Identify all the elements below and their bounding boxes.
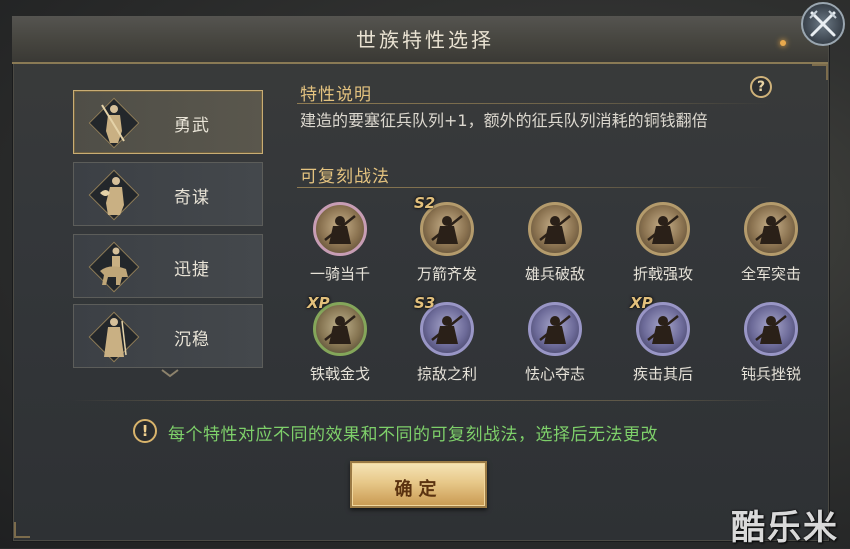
trait-item-brave[interactable]: 勇武 xyxy=(73,90,263,154)
description-divider xyxy=(297,103,773,104)
trait-label: 迅捷 xyxy=(174,260,210,280)
tactic-icon xyxy=(528,202,582,256)
trait-item-swift[interactable]: 迅捷 xyxy=(73,234,263,298)
tactic-icon xyxy=(528,302,582,356)
tactic-name: 折戟强攻 xyxy=(632,265,693,283)
tactic-item[interactable]: 一骑当千 xyxy=(301,202,377,302)
tactic-name: 铁戟金戈 xyxy=(309,365,370,383)
season-badge: S2 xyxy=(414,194,436,212)
tactic-icon xyxy=(744,202,798,256)
description-heading: 特性说明 xyxy=(300,85,372,105)
dialog-title: 世族特性选择 xyxy=(356,28,494,52)
tactic-item[interactable]: S3 掠敌之利 xyxy=(408,294,484,402)
footer-divider xyxy=(70,400,780,401)
tactic-item[interactable]: S2 万箭齐发 xyxy=(408,194,484,302)
season-badge: S3 xyxy=(414,294,436,312)
watermark-logo: 酷乐米 xyxy=(731,508,839,548)
tactics-divider xyxy=(297,187,773,188)
tactic-name: 万箭齐发 xyxy=(416,265,477,283)
tactic-name: 掠敌之利 xyxy=(416,365,477,383)
warrior-icon xyxy=(88,97,140,149)
strategist-icon xyxy=(88,169,140,221)
tactic-name: 钝兵挫锐 xyxy=(740,365,801,383)
help-button[interactable]: ? xyxy=(750,76,772,98)
trait-label: 勇武 xyxy=(174,116,210,136)
confirm-label: 确定 xyxy=(394,479,443,500)
trait-description: 建造的要塞征兵队列+1，额外的征兵队列消耗的铜钱翻倍 xyxy=(300,111,708,130)
confirm-button[interactable]: 确定 xyxy=(350,461,487,508)
tactic-item[interactable]: 雄兵破敌 xyxy=(516,202,592,302)
tactic-icon xyxy=(744,302,798,356)
trait-label: 沉稳 xyxy=(174,330,210,350)
tactic-name: 全军突击 xyxy=(740,265,801,283)
tactic-icon xyxy=(636,202,690,256)
trait-item-steady[interactable]: 沉稳 xyxy=(73,304,263,368)
close-button[interactable] xyxy=(801,2,845,46)
tactic-item[interactable]: 全军突击 xyxy=(732,202,808,302)
tactic-item[interactable]: 钝兵挫锐 xyxy=(732,302,808,402)
corner-ornament xyxy=(14,522,30,538)
notice-text: 每个特性对应不同的效果和不同的可复刻战法，选择后无法更改 xyxy=(168,425,658,445)
tactic-name: 雄兵破敌 xyxy=(524,265,585,283)
ember-spark xyxy=(780,40,786,46)
tactic-icon xyxy=(313,202,367,256)
cavalry-icon xyxy=(88,241,140,293)
tactic-name: 一骑当千 xyxy=(309,265,370,283)
season-badge: XP xyxy=(307,294,330,312)
chevron-down-icon[interactable] xyxy=(160,368,180,378)
crossed-swords-close-icon xyxy=(809,10,837,37)
tactic-item[interactable]: XP 铁戟金戈 xyxy=(301,294,377,402)
tactic-name: 怯心夺志 xyxy=(524,365,585,383)
tactics-heading: 可复刻战法 xyxy=(300,167,390,187)
tactic-item[interactable]: 怯心夺志 xyxy=(516,302,592,402)
corner-ornament xyxy=(812,64,828,80)
season-badge: XP xyxy=(630,294,653,312)
trait-item-strategy[interactable]: 奇谋 xyxy=(73,162,263,226)
scholar-icon xyxy=(88,311,140,363)
warning-icon: ! xyxy=(133,419,157,443)
tactic-item[interactable]: 折戟强攻 xyxy=(624,202,700,302)
trait-list: 勇武 奇谋 迅捷 沉稳 xyxy=(73,90,263,370)
tactic-name: 疾击其后 xyxy=(632,365,693,383)
tactic-item[interactable]: XP 疾击其后 xyxy=(624,294,700,402)
trait-label: 奇谋 xyxy=(174,188,210,208)
